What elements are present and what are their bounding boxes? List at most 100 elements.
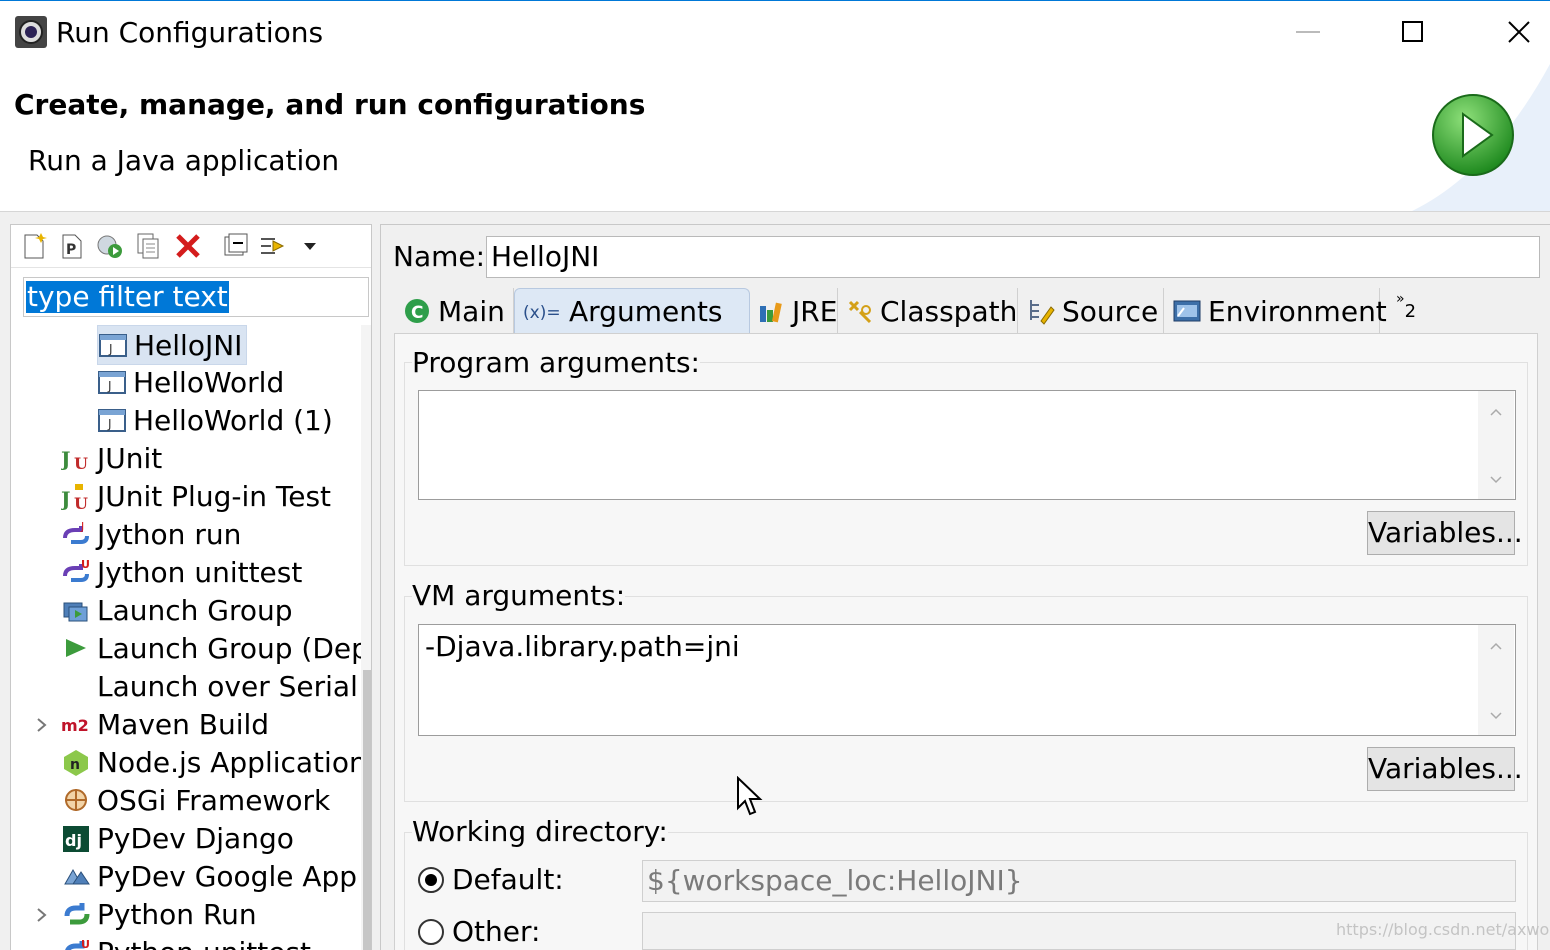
tab-overflow-button[interactable]: » 2 [1380,288,1430,334]
tree-item[interactable]: J U JUnit Plug-in Test [61,477,331,515]
radio-selected-dot [425,874,437,886]
default-radio[interactable] [418,867,444,893]
arguments-tab-icon: (x)= [523,297,563,327]
tree-item[interactable]: n Node.js Application [61,743,361,781]
configuration-tree: J HelloJNI J HelloWorld J HelloWorld (1) J U JUn… [11,325,361,950]
tree-item-label: Python unittest [97,936,311,950]
svg-text:n: n [70,757,80,773]
vm-arguments-label: VM arguments: [412,579,626,613]
tree-item[interactable]: J HelloJNI [97,325,248,365]
header-subtitle: Run a Java application [28,144,340,177]
filter-configurations-icon[interactable] [257,231,287,261]
vm-variables-button[interactable]: Variables... [1367,747,1523,791]
tree-item-label: HelloJNI [134,328,243,362]
list-toolbar: P [11,225,371,268]
window-title: Run Configurations [56,16,324,49]
python-unittest-icon: U [61,937,91,950]
jython-unittest-icon: U [61,557,91,587]
tree-item-label: JUnit [97,441,163,475]
java-app-icon: J [98,330,128,360]
tab-jre[interactable]: JRE [750,288,838,334]
tab-label: Main [438,294,505,328]
tab-source[interactable]: Source [1018,288,1164,334]
duplicate-icon[interactable] [133,231,163,261]
tree-item-label: Node.js Application [97,745,361,779]
new-configuration-icon[interactable] [19,231,49,261]
run-icon [1432,94,1514,176]
svg-text:U: U [81,558,90,571]
tree-item[interactable]: J HelloWorld (1) [97,401,333,439]
program-arguments-field[interactable] [418,390,1516,500]
tree-item[interactable]: U Jython unittest [61,553,302,591]
new-prototype-icon[interactable]: P [57,231,87,261]
tree-scrollbar-thumb[interactable] [363,670,371,950]
scroll-up-icon [1490,408,1502,416]
svg-text:P: P [66,242,76,258]
configuration-list-panel: P type filter text J HelloJNI J HelloWorld J… [10,224,372,950]
svg-text:J: J [61,447,70,471]
default-radio-label: Default: [452,863,564,896]
tree-item-label: HelloWorld [133,365,285,399]
google-app-icon [61,861,91,891]
scroll-up-icon [1490,642,1502,650]
delete-icon[interactable] [173,231,203,261]
program-arguments-scrollbar[interactable] [1478,391,1514,499]
tab-main[interactable]: C Main [394,288,514,334]
launch-group-deprecated-icon [61,633,91,663]
collapse-all-icon[interactable] [221,231,251,261]
tree-item-label: Jython unittest [97,555,303,589]
minimize-icon [1296,31,1320,33]
tab-label: Classpath [880,294,1018,328]
svg-text:dj: dj [65,831,82,850]
svg-text:J: J [61,487,70,510]
tab-label: Environment [1208,294,1387,328]
vm-arguments-scrollbar[interactable] [1478,625,1514,735]
tree-item[interactable]: J Jython run [61,515,241,553]
filter-input[interactable]: type filter text [23,277,369,317]
tree-item[interactable]: Launch over Serial [61,667,358,705]
name-field[interactable]: HelloJNI [486,236,1540,278]
expand-chevron-right-icon[interactable] [35,898,49,931]
name-label: Name: [393,240,486,273]
program-arguments-label: Program arguments: [412,346,700,380]
working-directory-label: Working directory: [412,815,668,849]
tree-item[interactable]: Python Run [37,895,257,933]
tab-label: JRE [792,294,838,328]
tree-item[interactable]: J HelloWorld [97,363,284,401]
tree-item-label: Jython run [97,517,242,551]
vm-arguments-field[interactable]: -Djava.library.path=jni [418,624,1516,736]
tree-item[interactable]: J U JUnit [61,439,162,477]
export-configuration-icon[interactable] [95,231,125,261]
maximize-icon [1402,21,1423,42]
chevrons-right-icon: » [1396,291,1405,307]
maximize-button[interactable] [1360,1,1466,63]
tree-item-label: HelloWorld (1) [133,403,333,437]
expand-chevron-right-icon[interactable] [35,708,49,741]
close-button[interactable] [1466,1,1550,63]
dialog-header: Create, manage, and run configurations R… [0,64,1550,212]
svg-text:(x)=: (x)= [523,303,561,323]
tree-item[interactable]: m2 Maven Build [37,705,269,743]
svg-text:J: J [108,342,113,356]
other-radio[interactable] [418,919,444,945]
tree-item[interactable]: PyDev Google App R [61,857,361,895]
tab-classpath[interactable]: Classpath [838,288,1018,334]
osgi-icon [61,785,91,815]
tree-item[interactable]: OSGi Framework [61,781,330,819]
tree-item-label: Python Run [97,897,257,931]
filter-text-selection: type filter text [26,280,229,313]
tree-item[interactable]: Launch Group (Depr [61,629,361,667]
svg-text:U: U [74,494,88,510]
tree-item[interactable]: U Python unittest [61,933,311,950]
program-variables-button[interactable]: Variables... [1367,511,1523,555]
minimize-button[interactable] [1255,1,1361,63]
tab-arguments[interactable]: (x)= Arguments [514,288,750,334]
tab-environment[interactable]: Environment [1164,288,1387,334]
tree-item[interactable]: Launch Group [61,591,293,629]
nodejs-icon: n [61,747,91,777]
tree-item-label: Launch over Serial [97,669,358,703]
config-tabs: C Main (x)= Arguments JRE Classpath Sour… [394,288,1538,334]
tree-item-label: OSGi Framework [97,783,331,817]
tree-item[interactable]: dj PyDev Django [61,819,294,857]
view-menu-chevron-down-icon[interactable] [301,231,319,261]
